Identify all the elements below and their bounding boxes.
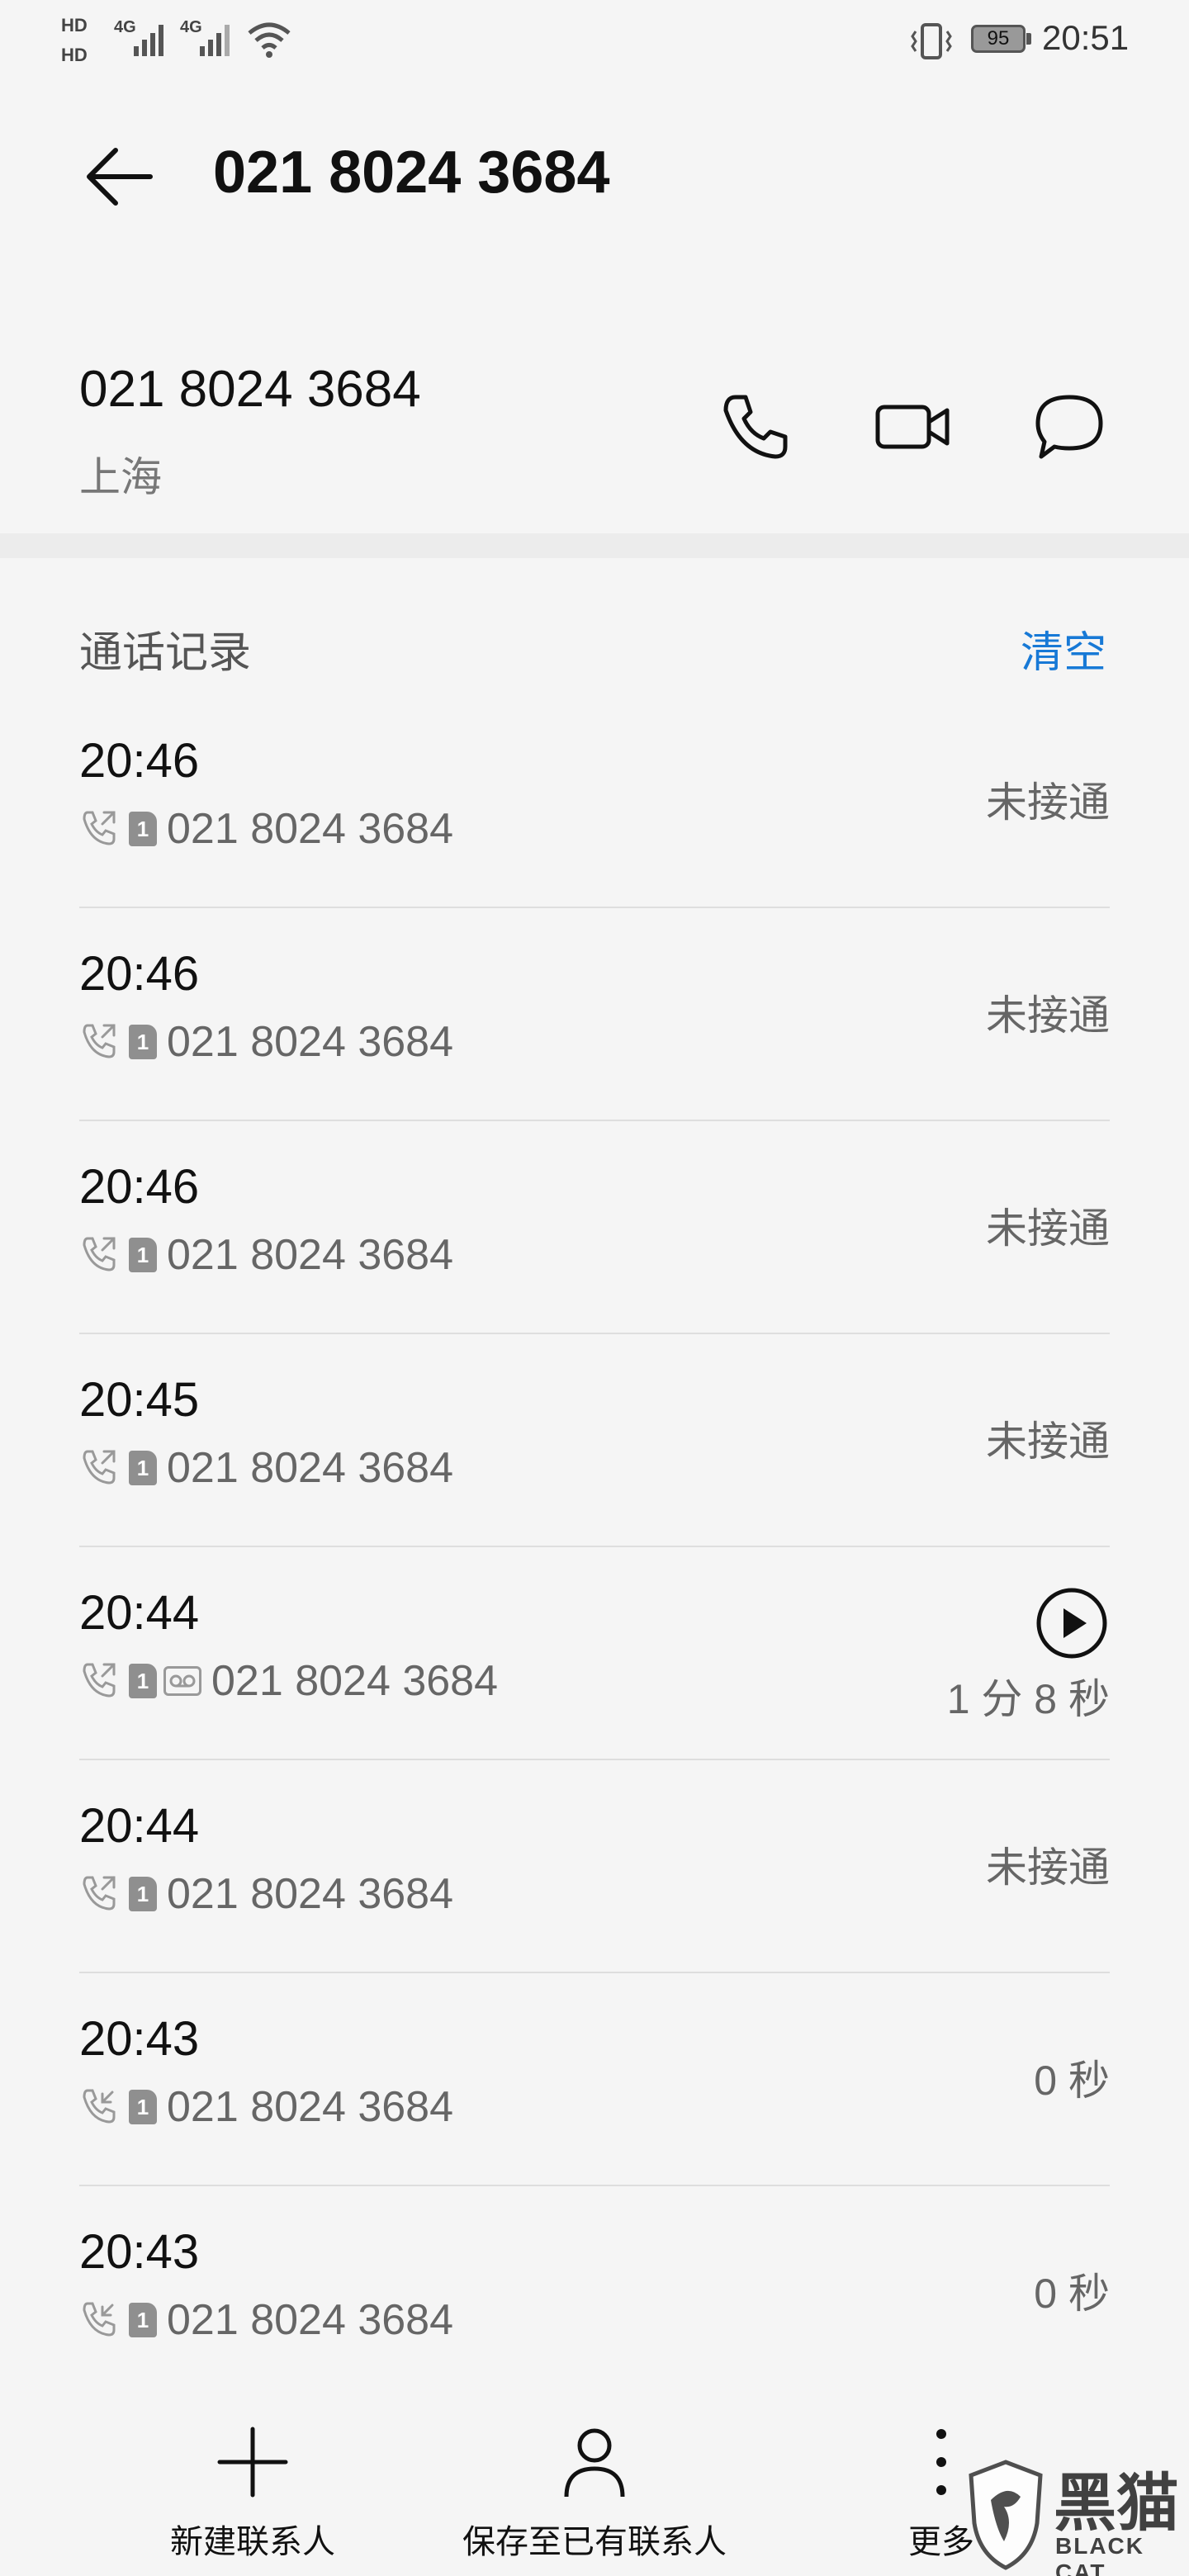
battery-tip — [1026, 33, 1031, 45]
outgoing-call-icon — [79, 1234, 119, 1277]
call-time: 20:45 — [79, 1373, 200, 1427]
clear-button[interactable]: 清空 — [1021, 618, 1106, 680]
call-details: 1 021 8024 3684 — [79, 1230, 453, 1280]
call-status: 未接通 — [986, 1205, 1110, 1252]
video-call-button[interactable] — [867, 381, 958, 472]
back-button[interactable] — [79, 137, 162, 220]
call-status: 未接通 — [986, 992, 1110, 1039]
outgoing-call-icon — [79, 807, 119, 851]
call-status: 未接通 — [986, 1418, 1110, 1465]
call-number: 021 8024 3684 — [211, 1657, 499, 1705]
signal-icon-1 — [134, 25, 163, 56]
call-time: 20:44 — [79, 1799, 200, 1853]
black-cat-watermark: 黑猫 BLACK CAT — [963, 2452, 1189, 2576]
status-clock: 20:51 — [1042, 18, 1130, 57]
call-log-row[interactable]: 20:44 1 021 8024 3684 未接通 — [79, 1760, 1110, 1973]
call-log-title: 通话记录 — [79, 629, 252, 677]
call-log-row[interactable]: 20:46 1 021 8024 3684 未接通 — [79, 1121, 1110, 1334]
chat-bubble-icon — [1035, 395, 1103, 459]
play-voicemail-button[interactable] — [1034, 1585, 1110, 1661]
call-time: 20:46 — [79, 1160, 200, 1214]
call-status: 0 秒 — [1034, 2057, 1110, 2104]
call-time: 20:43 — [79, 2012, 200, 2066]
sim-card-icon: 1 — [129, 1877, 157, 1911]
call-status: 0 秒 — [1034, 2271, 1110, 2317]
incoming-call-icon — [79, 2086, 119, 2129]
call-status: 未接通 — [986, 779, 1110, 826]
outgoing-call-icon — [79, 1660, 119, 1703]
call-number: 021 8024 3684 — [167, 1444, 454, 1492]
message-button[interactable] — [1024, 381, 1115, 472]
call-time: 20:46 — [79, 947, 200, 1001]
call-log-row[interactable]: 20:43 1 021 8024 3684 0 秒 — [79, 2186, 1110, 2399]
call-number: 021 8024 3684 — [167, 2296, 454, 2344]
call-log-row[interactable]: 20:43 1 021 8024 3684 0 秒 — [79, 1973, 1110, 2186]
call-log-row[interactable]: 20:45 1 021 8024 3684 未接通 — [79, 1334, 1110, 1547]
video-camera-icon — [875, 405, 950, 449]
save-existing-label: 保存至已有联系人 — [462, 2524, 727, 2560]
call-status: 1 分 8 秒 — [946, 1676, 1110, 1722]
call-details: 1 021 8024 3684 — [79, 804, 453, 854]
new-contact-button[interactable]: 新建联系人 — [162, 2391, 343, 2576]
outgoing-call-icon — [79, 1020, 119, 1064]
new-contact-label: 新建联系人 — [170, 2524, 335, 2560]
call-details: 1 021 8024 3684 — [79, 1656, 498, 1706]
voicemail-icon — [163, 1666, 201, 1696]
watermark-text: 黑猫 — [1054, 2469, 1179, 2539]
call-details: 1 021 8024 3684 — [79, 1869, 453, 1919]
signal-icon-2 — [200, 25, 230, 56]
contact-number: 021 8024 3684 — [79, 361, 421, 418]
call-details: 1 021 8024 3684 — [79, 1443, 453, 1493]
sim-card-icon: 1 — [129, 2303, 157, 2337]
call-time: 20:43 — [79, 2225, 200, 2279]
call-details: 1 021 8024 3684 — [79, 2295, 453, 2345]
sim-card-icon: 1 — [129, 1664, 157, 1698]
outgoing-call-icon — [79, 1873, 119, 1916]
call-number: 021 8024 3684 — [167, 1231, 454, 1279]
sim-card-icon: 1 — [129, 1025, 157, 1059]
plus-icon — [217, 2427, 288, 2498]
incoming-call-icon — [79, 2299, 119, 2342]
shield-logo-icon — [969, 2460, 1043, 2570]
hd-indicator-1: HD — [61, 15, 88, 36]
sim-card-icon: 1 — [129, 2090, 157, 2124]
call-log-row[interactable]: 20:46 1 021 8024 3684 未接通 — [79, 908, 1110, 1121]
hd-indicator-2: HD — [61, 45, 88, 65]
save-existing-button[interactable]: 保存至已有联系人 — [462, 2391, 727, 2576]
watermark-subtext: BLACK CAT — [1055, 2533, 1144, 2576]
call-details: 1 021 8024 3684 — [79, 2082, 453, 2132]
section-divider — [0, 533, 1189, 558]
vibrate-icon — [911, 23, 952, 59]
outgoing-call-icon — [79, 1447, 119, 1490]
call-number: 021 8024 3684 — [167, 1870, 454, 1918]
call-details: 1 021 8024 3684 — [79, 1017, 453, 1067]
wifi-icon — [248, 22, 291, 58]
sim-card-icon: 1 — [129, 812, 157, 846]
status-bar: HD HD 4G 4G 95 20:51 — [0, 0, 1189, 83]
call-log-row[interactable]: 20:44 1 021 8024 3684 1 分 8 秒 — [79, 1547, 1110, 1760]
battery-indicator: 95 — [971, 25, 1026, 53]
call-number: 021 8024 3684 — [167, 2083, 454, 2131]
call-log-row[interactable]: 20:46 1 021 8024 3684 未接通 — [79, 695, 1110, 908]
arrow-left-icon — [87, 148, 153, 206]
call-number: 021 8024 3684 — [167, 1018, 454, 1066]
sim-card-icon: 1 — [129, 1451, 157, 1485]
call-time: 20:44 — [79, 1586, 200, 1640]
call-button[interactable] — [710, 381, 801, 472]
contact-location: 上海 — [79, 454, 162, 500]
call-status: 未接通 — [986, 1844, 1110, 1891]
call-time: 20:46 — [79, 734, 200, 788]
sim-card-icon: 1 — [129, 1238, 157, 1272]
page-title: 021 8024 3684 — [213, 140, 610, 206]
call-number: 021 8024 3684 — [167, 805, 454, 853]
phone-icon — [723, 395, 788, 459]
person-icon — [564, 2428, 625, 2498]
play-icon — [1036, 1588, 1107, 1659]
